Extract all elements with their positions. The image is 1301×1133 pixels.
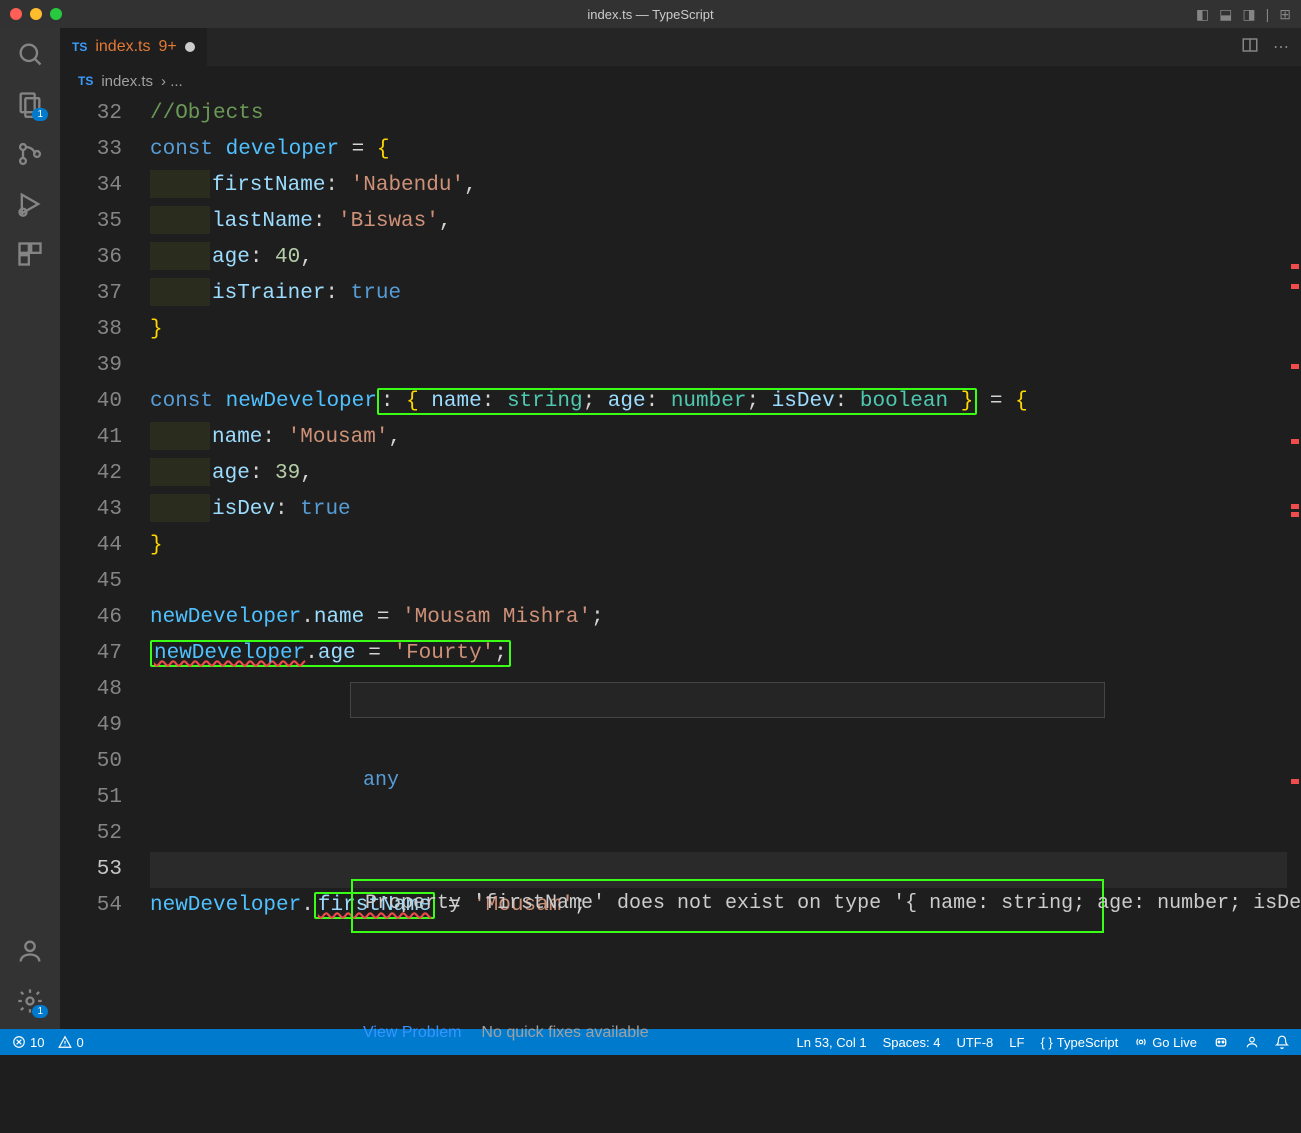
bell-icon[interactable] <box>1275 1035 1289 1049</box>
unsaved-dot-icon <box>185 42 195 52</box>
tooltip-type: any <box>351 755 1104 807</box>
layout-grid-icon[interactable]: ⊞ <box>1279 6 1291 23</box>
more-icon[interactable]: ⋯ <box>1273 37 1289 57</box>
titlebar-actions: ◧ ⬓ ◨ | ⊞ <box>1196 6 1291 23</box>
account-icon[interactable] <box>16 937 44 965</box>
ts-lang-icon: TS <box>72 40 87 54</box>
code-editor[interactable]: 3233343536373839404142434445464748495051… <box>60 96 1301 1029</box>
breadcrumb-file: index.ts <box>101 73 153 90</box>
minimize-window[interactable] <box>30 8 42 20</box>
main: 1 1 TS index.ts 9+ <box>0 28 1301 1029</box>
window-title: index.ts — TypeScript <box>587 7 713 22</box>
search-icon[interactable] <box>16 40 44 68</box>
split-editor-icon[interactable] <box>1241 36 1259 59</box>
no-quick-fix-label: No quick fixes available <box>481 1015 648 1051</box>
view-problem-link[interactable]: View Problem <box>363 1015 461 1051</box>
layout-right-icon[interactable]: ◨ <box>1242 6 1255 23</box>
extensions-icon[interactable] <box>16 240 44 268</box>
layout-bottom-icon[interactable]: ⬓ <box>1219 6 1232 23</box>
activity-bar: 1 1 <box>0 28 60 1029</box>
breadcrumb-more: › ... <box>161 73 183 90</box>
traffic-lights <box>10 8 62 20</box>
titlebar: index.ts — TypeScript ◧ ⬓ ◨ | ⊞ <box>0 0 1301 28</box>
source-control-icon[interactable] <box>16 140 44 168</box>
code-content[interactable]: //Objects const developer = { firstName:… <box>150 96 1301 1029</box>
maximize-window[interactable] <box>50 8 62 20</box>
line-numbers: 3233343536373839404142434445464748495051… <box>60 96 150 1029</box>
problems-errors[interactable]: 10 <box>12 1035 44 1050</box>
tab-index-ts[interactable]: TS index.ts 9+ <box>60 28 208 66</box>
copilot-icon[interactable] <box>1213 1034 1229 1050</box>
ts-lang-icon: TS <box>78 74 93 88</box>
feedback-icon[interactable] <box>1245 1035 1259 1049</box>
tooltip-message: Property 'firstName' does not exist on t… <box>351 879 1104 933</box>
problems-warnings[interactable]: 0 <box>58 1035 83 1050</box>
breadcrumbs[interactable]: TS index.ts › ... <box>60 66 1301 96</box>
run-debug-icon[interactable] <box>16 190 44 218</box>
tabs: TS index.ts 9+ ⋯ <box>60 28 1301 66</box>
tab-filename: index.ts <box>95 38 150 56</box>
go-live[interactable]: Go Live <box>1134 1035 1197 1050</box>
divider: | <box>1266 6 1270 23</box>
explorer-badge: 1 <box>32 108 48 121</box>
close-window[interactable] <box>10 8 22 20</box>
settings-badge: 1 <box>32 1005 48 1018</box>
layout-left-icon[interactable]: ◧ <box>1196 6 1209 23</box>
editor-area: TS index.ts 9+ ⋯ TS index.ts › ... 32333… <box>60 28 1301 1029</box>
tab-modified-count: 9+ <box>158 38 176 56</box>
hover-tooltip: any Property 'firstName' does not exist … <box>350 682 1105 718</box>
